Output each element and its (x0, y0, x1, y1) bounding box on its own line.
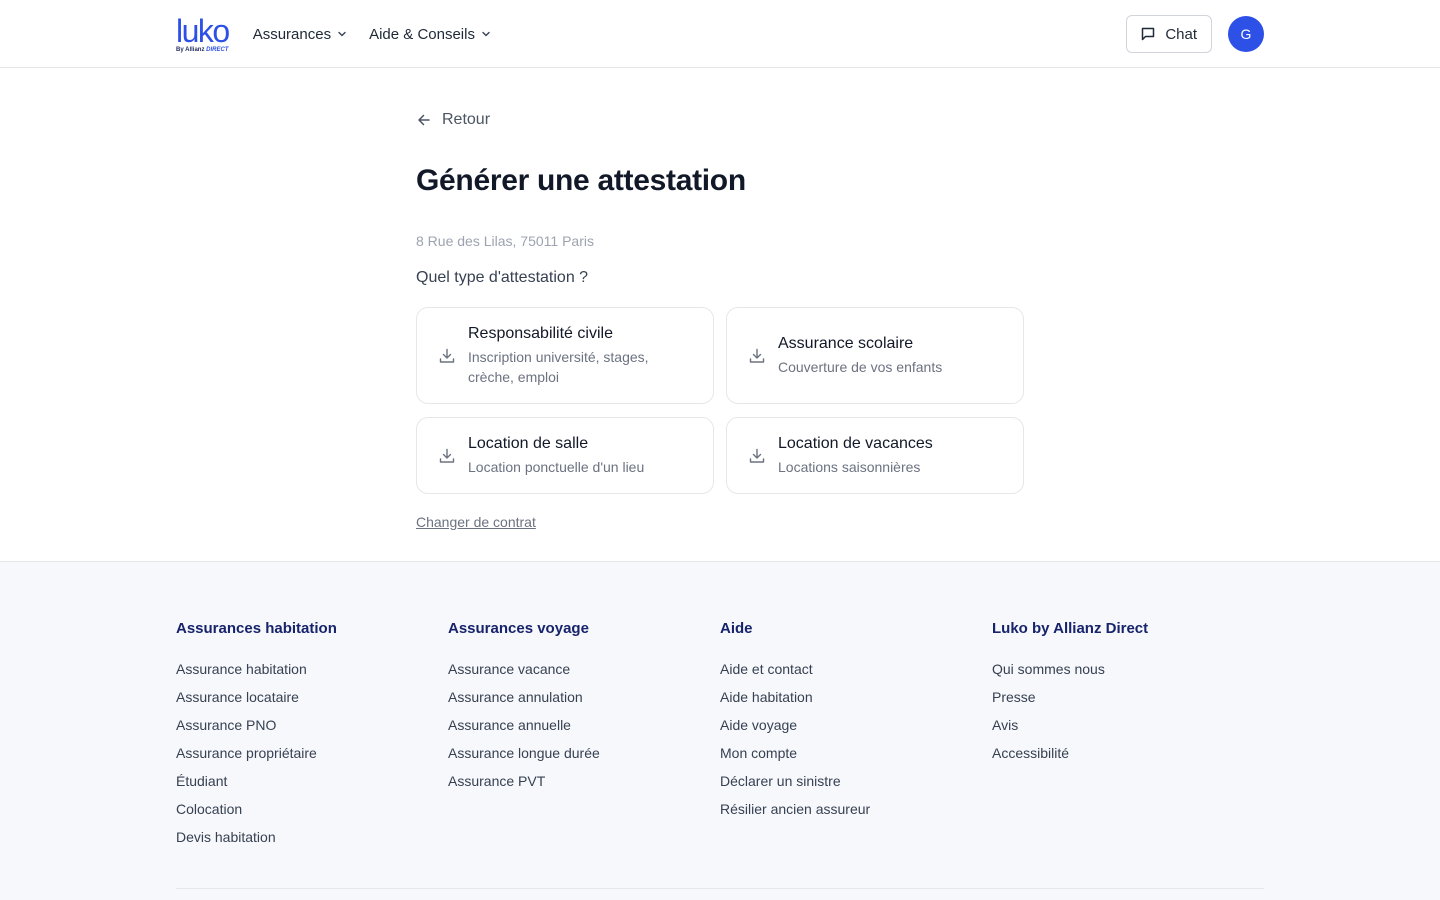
footer-column-title: Aide (720, 620, 753, 637)
change-contract-link[interactable]: Changer de contrat (416, 514, 536, 530)
chat-button-label: Chat (1165, 25, 1197, 43)
footer-column-title: Assurances habitation (176, 620, 337, 637)
footer-column-habitation: Assurances habitation Assurance habitati… (176, 620, 448, 851)
option-location-de-vacances[interactable]: Location de vacances Locations saisonniè… (726, 417, 1024, 494)
chat-button[interactable]: Chat (1126, 15, 1212, 53)
download-icon (437, 346, 457, 366)
footer-link[interactable]: Mon compte (720, 739, 992, 767)
option-description: Location ponctuelle d'un lieu (468, 459, 645, 475)
footer-link[interactable]: Aide et contact (720, 655, 992, 683)
footer-link[interactable]: Étudiant (176, 767, 448, 795)
download-icon (747, 346, 767, 366)
user-avatar[interactable]: G (1228, 16, 1264, 52)
footer-column-aide: Aide Aide et contact Aide habitation Aid… (720, 620, 992, 851)
nav-assurances-label: Assurances (252, 25, 332, 43)
header-left: luko By Allianz DIRECT Assurances Aide &… (176, 14, 513, 54)
site-header: luko By Allianz DIRECT Assurances Aide &… (0, 0, 1440, 68)
option-description: Inscription université, stages, crèche, … (468, 349, 649, 385)
option-title: Location de vacances (778, 435, 933, 452)
site-footer: Assurances habitation Assurance habitati… (0, 561, 1440, 900)
option-text: Location de salle Location ponctuelle d'… (468, 434, 644, 477)
header-inner: luko By Allianz DIRECT Assurances Aide &… (176, 0, 1264, 68)
footer-link[interactable]: Colocation (176, 795, 448, 823)
footer-link[interactable]: Aide voyage (720, 711, 992, 739)
footer-link[interactable]: Assurance longue durée (448, 739, 720, 767)
option-title: Location de salle (468, 435, 589, 452)
logo-wordmark: luko (176, 13, 230, 49)
footer-link[interactable]: Aide habitation (720, 683, 992, 711)
chevron-down-icon (482, 31, 490, 37)
footer-link[interactable]: Avis (992, 711, 1264, 739)
footer-link[interactable]: Assurance vacance (448, 655, 720, 683)
footer-link[interactable]: Accessibilité (992, 739, 1264, 767)
back-link[interactable]: Retour (416, 111, 490, 129)
footer-link[interactable]: Presse (992, 683, 1264, 711)
attestation-type-question: Quel type d'attestation ? (416, 269, 589, 286)
option-title: Assurance scolaire (778, 335, 914, 352)
luko-logo[interactable]: luko By Allianz DIRECT (176, 13, 230, 54)
download-icon (437, 446, 457, 466)
nav-aide-conseils-label: Aide & Conseils (369, 25, 475, 43)
logo-sub-brand: DIRECT (206, 47, 229, 53)
arrow-left-icon (418, 114, 430, 126)
nav-assurances[interactable]: Assurances (253, 26, 347, 43)
footer-link[interactable]: Devis habitation (176, 823, 448, 851)
footer-column-title: Luko by Allianz Direct (992, 620, 1149, 637)
footer-link[interactable]: Assurance habitation (176, 655, 448, 683)
logo-subline: By Allianz DIRECT (176, 47, 228, 54)
footer-column-luko: Luko by Allianz Direct Qui sommes nous P… (992, 620, 1264, 851)
footer-link[interactable]: Assurance locataire (176, 683, 448, 711)
footer-columns: Assurances habitation Assurance habitati… (176, 562, 1264, 851)
attestation-options: Responsabilité civile Inscription univer… (416, 307, 1024, 494)
option-description: Locations saisonnières (778, 459, 921, 475)
footer-link[interactable]: Résilier ancien assureur (720, 795, 992, 823)
footer-divider (176, 888, 1264, 889)
option-description: Couverture de vos enfants (778, 359, 943, 375)
footer-link[interactable]: Assurance annuelle (448, 711, 720, 739)
option-responsabilite-civile[interactable]: Responsabilité civile Inscription univer… (416, 307, 714, 404)
option-text: Location de vacances Locations saisonniè… (778, 434, 933, 477)
option-title: Responsabilité civile (468, 325, 613, 342)
page-title: Générer une attestation (416, 164, 746, 197)
option-text: Assurance scolaire Couverture de vos enf… (778, 334, 942, 377)
footer-link[interactable]: Assurance PNO (176, 711, 448, 739)
header-right: Chat G (1126, 15, 1264, 53)
download-icon (747, 446, 767, 466)
nav-aide-conseils[interactable]: Aide & Conseils (369, 26, 491, 43)
main-content: Retour Générer une attestation 8 Rue des… (416, 68, 1024, 561)
chat-bubble-icon (1142, 27, 1155, 41)
logo-sub-prefix: By Allianz (176, 47, 205, 53)
back-label: Retour (442, 111, 491, 128)
option-assurance-scolaire[interactable]: Assurance scolaire Couverture de vos enf… (726, 307, 1024, 404)
footer-link[interactable]: Assurance propriétaire (176, 739, 448, 767)
footer-link[interactable]: Assurance annulation (448, 683, 720, 711)
option-location-de-salle[interactable]: Location de salle Location ponctuelle d'… (416, 417, 714, 494)
footer-link[interactable]: Déclarer un sinistre (720, 767, 992, 795)
contract-address: 8 Rue des Lilas, 75011 Paris (416, 233, 594, 249)
footer-link[interactable]: Qui sommes nous (992, 655, 1264, 683)
option-text: Responsabilité civile Inscription univer… (468, 324, 693, 387)
footer-column-voyage: Assurances voyage Assurance vacance Assu… (448, 620, 720, 851)
footer-link[interactable]: Assurance PVT (448, 767, 720, 795)
footer-column-title: Assurances voyage (448, 620, 589, 637)
chevron-down-icon (338, 31, 346, 37)
